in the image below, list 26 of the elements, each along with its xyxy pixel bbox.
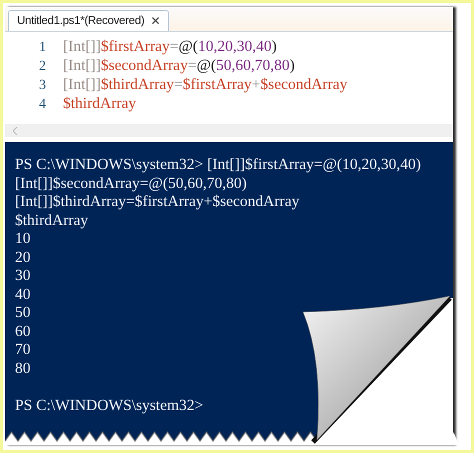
console-line: [Int[]]$secondArray=@(50,60,70,80) xyxy=(15,174,248,193)
console-line: [Int[]]$thirdArray=$firstArray+$secondArray xyxy=(15,193,300,212)
console-line: 20 xyxy=(15,248,32,267)
console-line: 40 xyxy=(15,286,32,304)
horizontal-scrollbar[interactable] xyxy=(5,124,453,137)
line-number: 1 xyxy=(39,39,47,57)
code-line: $thirdArray xyxy=(63,95,136,113)
script-editor[interactable]: 1 [Int[]]$firstArray=@(10,20,30,40) 2 [Int[]]$secondArray=@(50,60,70,80) 3 [Int[]]$thirdArray=$firstArray+$secondArray 4 $thirdArray xyxy=(5,32,453,124)
console-line: 60 xyxy=(15,322,32,341)
line-number: 3 xyxy=(39,77,47,95)
console-line: $thirdArray xyxy=(15,212,90,230)
console-line: 70 xyxy=(15,341,32,360)
console-line: 10 xyxy=(15,230,32,248)
line-number: 2 xyxy=(39,58,47,76)
console-line: 80 xyxy=(15,360,32,378)
file-tab[interactable]: Untitled1.ps1*(Recovered) ✕ xyxy=(8,10,170,31)
console-line: 30 xyxy=(15,267,32,286)
code-line: [Int[]]$secondArray=@(50,60,70,80) xyxy=(63,57,295,75)
code-line: [Int[]]$firstArray=@(10,20,30,40) xyxy=(63,38,277,56)
line-number: 4 xyxy=(39,96,47,114)
close-icon[interactable]: ✕ xyxy=(150,14,160,28)
console-line: 50 xyxy=(15,304,32,322)
console-prompt: PS C:\WINDOWS\system32> xyxy=(15,396,204,415)
console-line: PS C:\WINDOWS\system32> [Int[]]$firstArray=@(10,20,30,40) xyxy=(15,156,422,174)
code-line: [Int[]]$thirdArray=$firstArray+$secondArray xyxy=(63,76,348,94)
chevron-left-icon[interactable] xyxy=(13,126,18,134)
